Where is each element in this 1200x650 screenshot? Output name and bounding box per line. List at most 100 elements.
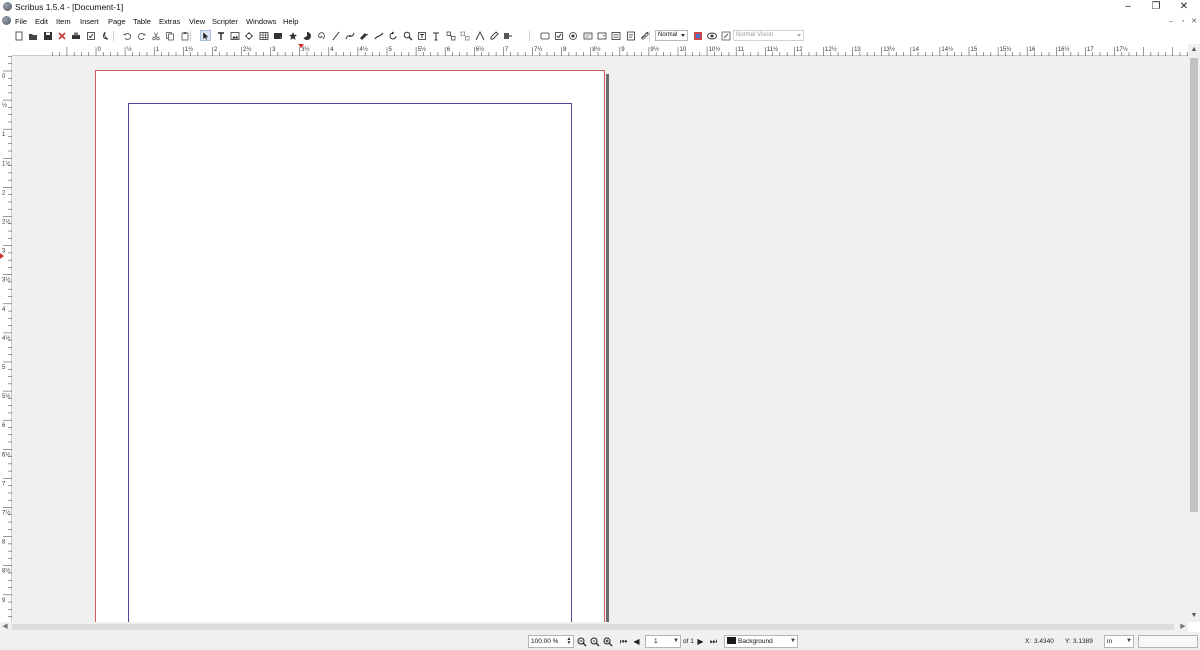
ruler-label: 15½ <box>1000 46 1012 53</box>
first-page-icon[interactable]: ⏮ <box>618 636 629 647</box>
menu-insert[interactable]: Insert <box>80 17 99 26</box>
pdf-checkbox-icon[interactable] <box>553 30 564 41</box>
copy-properties-icon[interactable] <box>502 30 513 41</box>
chevron-down-icon <box>797 34 801 37</box>
menu-page[interactable]: Page <box>108 17 126 26</box>
image-frame-icon[interactable] <box>229 30 240 41</box>
menu-file[interactable]: File <box>15 17 27 26</box>
previous-page-icon[interactable]: ◀ <box>631 636 642 647</box>
next-page-icon[interactable]: ▶ <box>695 636 706 647</box>
zoom-100-icon[interactable] <box>589 636 600 647</box>
link-frames-icon[interactable] <box>445 30 456 41</box>
zoom-level-input[interactable]: 100.00 % ▲ ▼ <box>528 635 574 648</box>
calligraphic-icon[interactable] <box>373 30 384 41</box>
bezier-icon[interactable] <box>344 30 355 41</box>
pdf-radio-icon[interactable] <box>567 30 578 41</box>
undo-icon[interactable] <box>121 30 132 41</box>
ruler-label: ½ <box>127 46 132 53</box>
new-document-icon[interactable] <box>13 30 24 41</box>
page-count-label: of 1 <box>683 638 694 645</box>
unit-select[interactable]: in ▼ <box>1104 635 1134 648</box>
ruler-label: 9 <box>2 598 6 604</box>
preflight-icon[interactable] <box>85 30 96 41</box>
export-pdf-icon[interactable] <box>99 30 110 41</box>
pdf-link-annotation-icon[interactable] <box>639 30 650 41</box>
render-frame-icon[interactable] <box>243 30 254 41</box>
menu-view[interactable]: View <box>189 17 205 26</box>
edit-in-preview-icon[interactable] <box>720 30 731 41</box>
document-minimize-button[interactable]: – <box>1166 17 1176 26</box>
ruler-label: 8 <box>2 540 6 546</box>
arc-icon[interactable] <box>301 30 312 41</box>
print-icon[interactable] <box>70 30 81 41</box>
menu-help[interactable]: Help <box>283 17 298 26</box>
horizontal-ruler[interactable]: 0 ½ 1 1½ 2 2½ 3 3½ 4 4½ 5 5½ 6 6½ 7 7½ 8 8½ 9 9½ 10 10½ 11 11½ 1… <box>12 44 1188 56</box>
close-window-button[interactable]: ✕ <box>1170 0 1198 14</box>
pdf-listbox-icon[interactable] <box>610 30 621 41</box>
scroll-down-icon[interactable]: ▼ <box>1188 610 1200 622</box>
page-number-select[interactable]: 1 ▼ <box>645 635 681 648</box>
preview-mode-toggle-icon[interactable] <box>692 30 703 41</box>
menu-scripter[interactable]: Scripter <box>212 17 238 26</box>
document-canvas[interactable] <box>12 56 1188 622</box>
menu-windows[interactable]: Windows <box>246 17 276 26</box>
close-document-icon[interactable] <box>56 30 67 41</box>
paste-icon[interactable] <box>179 30 190 41</box>
pdf-text-annotation-icon[interactable] <box>625 30 636 41</box>
freehand-icon[interactable] <box>358 30 369 41</box>
ruler-label: 3 <box>2 249 6 255</box>
ruler-label: 10 <box>680 47 687 53</box>
ruler-label: 5 <box>389 47 393 53</box>
select-icon[interactable] <box>200 30 211 41</box>
save-icon[interactable] <box>42 30 53 41</box>
pdf-pushbutton-icon[interactable] <box>539 30 550 41</box>
last-page-icon[interactable]: ⏭ <box>708 636 719 647</box>
ruler-label: 4½ <box>359 46 367 53</box>
scroll-up-icon[interactable]: ▲ <box>1188 44 1200 56</box>
horizontal-scroll-thumb[interactable] <box>12 624 1174 630</box>
text-frame-icon[interactable] <box>215 30 226 41</box>
unlink-frames-icon[interactable] <box>459 30 470 41</box>
zoom-icon[interactable] <box>402 30 413 41</box>
polygon-icon[interactable] <box>287 30 298 41</box>
document-menu-icon[interactable] <box>2 16 11 25</box>
edit-text-icon[interactable] <box>430 30 441 41</box>
scroll-right-icon[interactable]: ▶ <box>1178 622 1188 632</box>
spinner-arrows-icon[interactable]: ▲ ▼ <box>566 637 572 646</box>
zoom-out-icon[interactable] <box>576 636 587 647</box>
menu-item[interactable]: Item <box>56 17 71 26</box>
vertical-scrollbar[interactable]: ▲ ▼ <box>1188 44 1200 622</box>
vertical-ruler[interactable]: 0 ½ 1 1½ 2 2½ 3 3½ 4 4½ 5 5½ 6 6½ 7 7½ 8 8½ 9 <box>0 56 12 622</box>
table-icon[interactable] <box>258 30 269 41</box>
zoom-in-icon[interactable] <box>602 636 613 647</box>
ruler-label: 14½ <box>941 46 953 53</box>
restore-window-button[interactable]: ❐ <box>1142 0 1170 14</box>
menu-table[interactable]: Table <box>133 17 151 26</box>
redo-icon[interactable] <box>136 30 147 41</box>
document-restore-button[interactable]: ▫ <box>1178 17 1188 26</box>
scroll-left-icon[interactable]: ◀ <box>0 622 10 632</box>
pdf-combobox-icon[interactable] <box>596 30 607 41</box>
horizontal-scrollbar[interactable]: ◀ ▶ <box>0 622 1188 632</box>
shape-icon[interactable] <box>272 30 283 41</box>
preview-eye-icon[interactable] <box>706 30 717 41</box>
ruler-label: 8 <box>563 47 567 53</box>
line-icon[interactable] <box>330 30 341 41</box>
rotate-icon[interactable] <box>387 30 398 41</box>
copy-icon[interactable] <box>164 30 175 41</box>
open-icon[interactable] <box>27 30 38 41</box>
pdf-textfield-icon[interactable] <box>582 30 593 41</box>
menu-extras[interactable]: Extras <box>159 17 180 26</box>
menu-edit[interactable]: Edit <box>35 17 48 26</box>
eyedropper-icon[interactable] <box>488 30 499 41</box>
measure-icon[interactable] <box>474 30 485 41</box>
vertical-scroll-thumb[interactable] <box>1190 58 1198 512</box>
spiral-icon[interactable] <box>315 30 326 41</box>
vision-mode-select[interactable]: Normal Vision <box>733 30 804 41</box>
edit-contents-icon[interactable] <box>416 30 427 41</box>
cut-icon[interactable] <box>150 30 161 41</box>
image-preview-quality-select[interactable]: Normal <box>655 30 688 41</box>
minimize-window-button[interactable]: – <box>1114 0 1142 14</box>
layer-select[interactable]: Background ▼ <box>724 635 798 648</box>
document-close-button[interactable]: ✕ <box>1189 17 1199 26</box>
